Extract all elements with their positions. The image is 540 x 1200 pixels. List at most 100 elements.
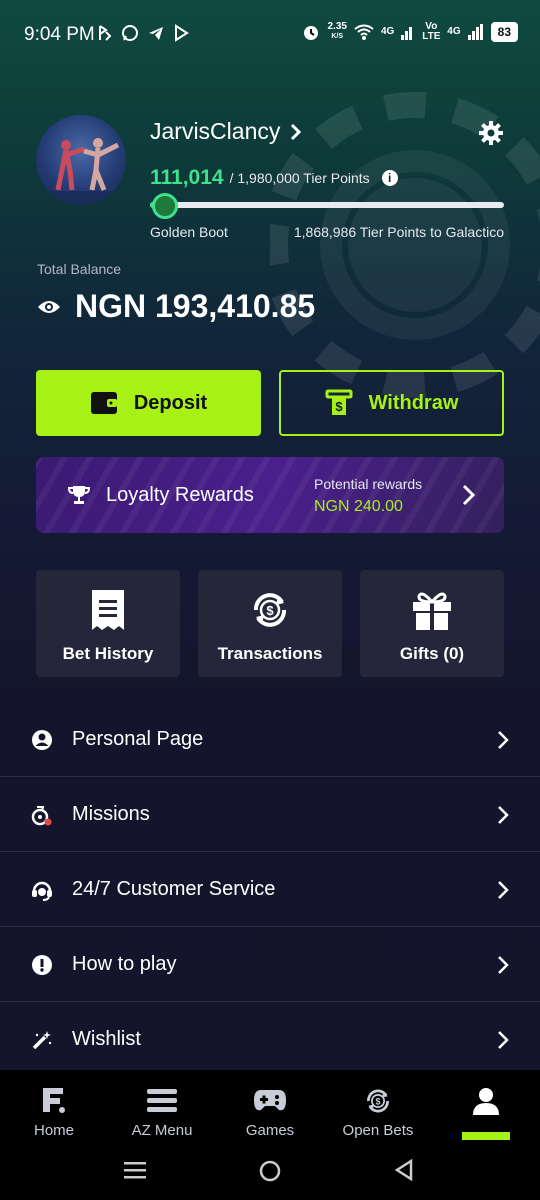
- tile-transactions[interactable]: $ Transactions: [198, 570, 342, 677]
- nav-profile[interactable]: [432, 1070, 540, 1140]
- username-link[interactable]: JarvisClancy: [150, 118, 302, 145]
- chevron-right-icon: [498, 731, 509, 749]
- nav-icon-wrap: [108, 1086, 216, 1116]
- tile-label: Bet History: [62, 644, 154, 663]
- nav-home[interactable]: Home: [0, 1070, 108, 1140]
- menu-label: Missions: [72, 803, 150, 825]
- status-right: 2.35 K/S 4G Vo LTE 4G 83: [302, 22, 518, 42]
- nav-icon-wrap: [432, 1086, 540, 1116]
- menu-item-missions[interactable]: Missions: [0, 777, 540, 852]
- tier-progress-bar: [150, 193, 504, 219]
- net-speed: 2.35 K/S: [327, 22, 346, 42]
- withdraw-label: Withdraw: [368, 391, 459, 414]
- balance-label: Total Balance: [37, 261, 122, 277]
- withdraw-button[interactable]: $ Withdraw: [279, 370, 504, 436]
- svg-text:$: $: [266, 603, 274, 618]
- trophy-icon: [67, 486, 91, 504]
- gear-icon[interactable]: [478, 120, 504, 146]
- app-root: 9:04 PM 2.35 K/S 4G Vo LTE 4G 83 JarvisC…: [0, 0, 540, 1200]
- cash-withdraw-icon: $: [325, 389, 353, 415]
- chevron-right-icon: [498, 1031, 509, 1049]
- play-icon: [175, 24, 189, 42]
- sim1-label: 4G: [380, 26, 395, 37]
- headset-icon: [32, 881, 52, 901]
- chevron-right-icon: [498, 881, 509, 899]
- loyalty-potential-label: Potential rewards: [314, 476, 423, 492]
- nav-icon-wrap: [216, 1086, 324, 1116]
- hamburger-icon: [147, 1089, 177, 1112]
- magic-wand-icon: [32, 1031, 52, 1050]
- points-current: 111,014: [150, 166, 224, 189]
- ticket-icon: [92, 590, 124, 630]
- gamepad-icon: [254, 1090, 286, 1111]
- tile-icon-wrap: [36, 588, 180, 632]
- tile-gifts[interactable]: Gifts (0): [360, 570, 504, 677]
- system-navigation-bar: [0, 1140, 540, 1200]
- menu-item-how-to-play[interactable]: How to play: [0, 927, 540, 1002]
- chevron-right-icon: [291, 123, 302, 140]
- eye-icon[interactable]: [37, 299, 61, 315]
- menu-item-personal-page[interactable]: Personal Page: [0, 702, 540, 777]
- whatsapp-icon: [122, 25, 138, 41]
- net-speed-unit: K/S: [331, 33, 344, 40]
- tile-bet-history[interactable]: Bet History: [36, 570, 180, 677]
- telegram-icon: [149, 27, 163, 40]
- sim2-label: 4G: [447, 26, 461, 37]
- net-speed-value: 2.35: [327, 21, 347, 32]
- gift-icon: [413, 592, 451, 630]
- status-time: 9:04 PM: [24, 24, 95, 45]
- wallet-icon: [90, 392, 117, 414]
- tile-icon-wrap: $: [198, 588, 342, 632]
- chevron-right-icon: [498, 956, 509, 974]
- notification-icons: [97, 24, 189, 42]
- tile-icon-wrap: [360, 588, 504, 632]
- chevron-right-icon: [498, 806, 509, 824]
- signal-icon-2: [467, 24, 483, 40]
- deposit-button[interactable]: Deposit: [36, 370, 261, 436]
- menu-item-customer-service[interactable]: 24/7 Customer Service: [0, 852, 540, 927]
- nav-label: AZ Menu: [131, 1122, 193, 1139]
- nav-icon-wrap: $: [324, 1086, 432, 1116]
- recent-apps-icon[interactable]: [124, 1160, 146, 1180]
- battery-indicator: 83: [490, 22, 518, 42]
- info-icon[interactable]: i: [381, 170, 398, 186]
- chevron-right-icon: [462, 484, 476, 506]
- username-text: JarvisClancy: [150, 118, 281, 144]
- money-cycle-icon: $: [254, 593, 286, 627]
- menu-label: 24/7 Customer Service: [72, 878, 276, 900]
- nav-active-indicator: [462, 1132, 510, 1140]
- tier-badge-icon: [152, 193, 178, 219]
- nav-label: Open Bets: [342, 1122, 414, 1139]
- signal-icon: [401, 27, 413, 40]
- deposit-label: Deposit: [133, 391, 208, 414]
- loyalty-potential-value: NGN 240.00: [314, 498, 403, 515]
- menu-item-wishlist[interactable]: Wishlist: [0, 1002, 540, 1077]
- svg-text:$: $: [376, 1096, 381, 1106]
- nav-games[interactable]: Games: [216, 1070, 324, 1140]
- back-triangle-icon[interactable]: [394, 1159, 414, 1181]
- tile-label: Gifts (0): [399, 644, 465, 663]
- missions-icon: [31, 806, 52, 826]
- menu-label: Wishlist: [72, 1028, 141, 1050]
- loyalty-rewards-banner[interactable]: Loyalty Rewards Potential rewards NGN 24…: [36, 457, 504, 533]
- nav-az-menu[interactable]: AZ Menu: [108, 1070, 216, 1140]
- nav-label: Home: [33, 1122, 74, 1139]
- tier-points: 111,014 / 1,980,000 Tier Points i: [150, 166, 398, 190]
- wifi-icon: [354, 24, 374, 40]
- notification-app-icon: [99, 25, 112, 41]
- nav-open-bets[interactable]: $ Open Bets: [324, 1070, 432, 1140]
- balance-value: NGN 193,410.85: [75, 288, 316, 324]
- svg-text:$: $: [335, 399, 343, 414]
- menu-label: Personal Page: [72, 728, 204, 750]
- nav-label: Games: [245, 1122, 295, 1139]
- logo-f-icon: [43, 1088, 65, 1113]
- tier-current: Golden Boot: [150, 224, 228, 240]
- exclamation-icon: [32, 955, 52, 975]
- money-cycle-icon: $: [367, 1089, 389, 1113]
- tier-next: 1,868,986 Tier Points to Galactico: [293, 224, 504, 240]
- bottom-navigation: Home AZ Menu Games $ Open Bets: [0, 1070, 540, 1140]
- home-circle-icon[interactable]: [259, 1160, 281, 1182]
- alarm-icon: [304, 26, 319, 40]
- avatar[interactable]: [36, 115, 126, 205]
- tile-label: Transactions: [217, 644, 323, 663]
